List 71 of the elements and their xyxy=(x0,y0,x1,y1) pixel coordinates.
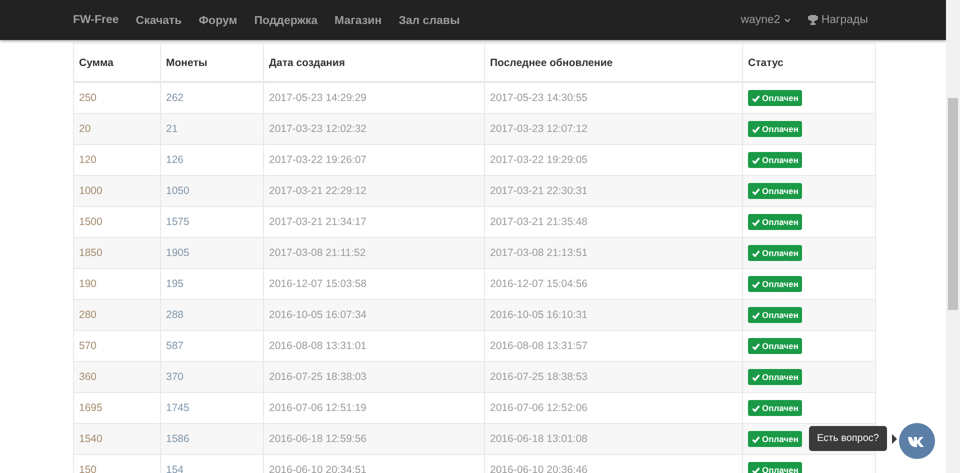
table-cell: 360 xyxy=(74,362,160,392)
status-badge: Оплачен xyxy=(748,431,802,447)
check-icon xyxy=(752,188,760,194)
column-header: Статус xyxy=(742,44,876,82)
check-icon xyxy=(752,126,760,132)
status-badge: Оплачен xyxy=(748,245,802,261)
table-cell: 2017-03-08 21:11:52 xyxy=(264,238,484,268)
nav-link[interactable]: Скачать xyxy=(136,15,182,27)
trophy-icon xyxy=(808,15,818,25)
user-menu[interactable]: wayne2 xyxy=(740,14,792,26)
column-header: Последнее обновление xyxy=(484,44,742,82)
column-header: Дата создания xyxy=(264,44,484,82)
status-badge: Оплачен xyxy=(748,369,802,385)
table-cell: 2017-03-21 22:30:31 xyxy=(484,176,742,206)
status-badge: Оплачен xyxy=(748,400,802,416)
table-cell: 150 xyxy=(74,454,160,473)
table-cell: 2016-10-05 16:10:31 xyxy=(484,300,742,330)
scrollbar[interactable] xyxy=(946,0,960,473)
table-cell: 2016-07-25 18:38:03 xyxy=(264,362,484,392)
nav-link[interactable]: Магазин xyxy=(334,15,382,27)
status-badge: Оплачен xyxy=(748,152,802,168)
table-cell: 2017-03-23 12:02:32 xyxy=(264,114,484,144)
check-icon xyxy=(752,94,760,102)
check-icon xyxy=(752,156,760,164)
check-icon xyxy=(752,342,760,350)
nav-link[interactable]: Форум xyxy=(198,15,238,27)
table-cell: 1850 xyxy=(74,238,160,268)
table-cell: 2017-03-23 12:07:12 xyxy=(484,114,742,144)
scrollbar-thumb[interactable] xyxy=(948,98,958,310)
column-header: Монеты xyxy=(160,44,264,82)
table-cell: 1540 xyxy=(74,424,160,454)
table-cell: 2017-03-21 22:29:12 xyxy=(264,176,484,206)
chat-button[interactable] xyxy=(899,423,935,459)
tooltip: Есть вопрос? xyxy=(809,426,887,451)
brand-link[interactable]: FW-Free xyxy=(73,14,119,26)
status-badge: Оплачен xyxy=(748,338,802,354)
table-cell: 280 xyxy=(74,300,160,330)
status-badge: Оплачен xyxy=(748,462,802,473)
table-cell: 2017-03-08 21:13:51 xyxy=(484,238,742,268)
table-cell: 370 xyxy=(160,362,264,392)
status-badge: Оплачен xyxy=(748,276,802,292)
table-cell: 21 xyxy=(160,114,264,144)
table-cell: 1905 xyxy=(160,238,264,268)
table-cell: 1586 xyxy=(160,424,264,454)
nav-link[interactable]: Поддержка xyxy=(254,15,318,27)
check-icon xyxy=(752,466,760,473)
chat-logo-icon xyxy=(908,436,926,446)
table-cell: 20 xyxy=(74,114,160,144)
awards-link[interactable]: Награды xyxy=(808,14,868,26)
table-cell: 2016-06-18 12:59:56 xyxy=(264,424,484,454)
column-header: Сумма xyxy=(74,44,160,82)
table-cell: 288 xyxy=(160,300,264,330)
check-icon xyxy=(752,280,760,288)
table-cell: 2016-07-25 18:38:53 xyxy=(484,362,742,392)
status-badge: Оплачен xyxy=(748,183,802,199)
check-icon xyxy=(752,404,760,412)
check-icon xyxy=(752,218,760,226)
check-icon xyxy=(752,436,760,442)
table-cell: 2016-10-05 16:07:34 xyxy=(264,300,484,330)
status-badge: Оплачен xyxy=(748,214,802,230)
check-icon xyxy=(752,250,760,256)
caret-icon xyxy=(784,18,792,22)
table-cell: 1000 xyxy=(74,176,160,206)
table-cell: 1050 xyxy=(160,176,264,206)
status-badge: Оплачен xyxy=(748,307,802,323)
nav-link[interactable]: Зал славы xyxy=(398,15,460,27)
status-badge: Оплачен xyxy=(748,121,802,137)
check-icon xyxy=(752,374,760,380)
table-cell: 2016-06-18 13:01:08 xyxy=(484,424,742,454)
check-icon xyxy=(752,312,760,318)
status-badge: Оплачен xyxy=(748,90,802,106)
